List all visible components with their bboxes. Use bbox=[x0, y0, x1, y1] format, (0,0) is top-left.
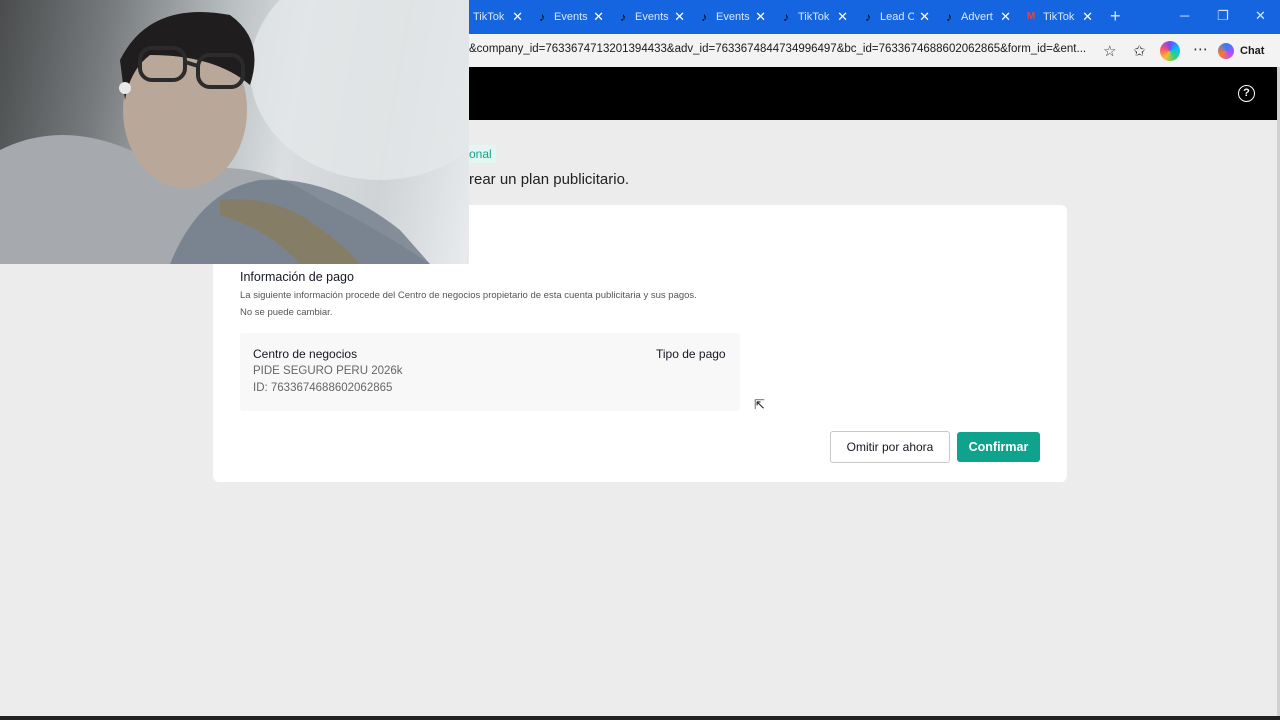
browser-tab[interactable]: ♪ Events ✕ bbox=[698, 4, 766, 30]
close-icon[interactable]: ✕ bbox=[1000, 9, 1011, 25]
star-icon[interactable]: ☆ bbox=[1103, 42, 1116, 60]
tab-label: TikTok bbox=[473, 11, 505, 23]
browser-tab[interactable]: ♪ Events ✕ bbox=[617, 4, 685, 30]
skip-button[interactable]: Omitir por ahora bbox=[830, 431, 950, 463]
gmail-icon: M bbox=[1026, 11, 1036, 22]
tiktok-icon: ♪ bbox=[783, 10, 789, 24]
payment-type-label: Tipo de pago bbox=[656, 347, 726, 361]
tab-label: Advert bbox=[961, 11, 993, 23]
mouse-cursor-icon: ⇱ bbox=[754, 397, 765, 412]
browser-tab[interactable]: ♪ Advert ✕ bbox=[943, 4, 1011, 30]
tab-label: TikTok bbox=[1043, 11, 1075, 23]
optional-tag: onal bbox=[469, 145, 496, 163]
restore-icon[interactable]: ❐ bbox=[1217, 8, 1229, 24]
help-icon[interactable]: ? bbox=[1238, 85, 1255, 102]
new-tab-button[interactable]: + bbox=[1110, 6, 1121, 27]
tiktok-icon: ♪ bbox=[946, 10, 952, 24]
chat-button[interactable]: Chat bbox=[1218, 39, 1264, 63]
browser-tab[interactable]: ♪ Events ✕ bbox=[536, 4, 604, 30]
close-icon[interactable]: ✕ bbox=[919, 9, 930, 25]
tab-label: Events bbox=[554, 11, 588, 23]
close-icon[interactable]: ✕ bbox=[755, 9, 766, 25]
payment-info-title: Información de pago bbox=[240, 270, 354, 284]
close-icon[interactable]: ✕ bbox=[1082, 9, 1093, 25]
minimize-icon[interactable]: ─ bbox=[1180, 8, 1189, 23]
webcam-person-image bbox=[0, 0, 469, 264]
url-field[interactable]: &company_id=7633674713201394433&adv_id=7… bbox=[469, 43, 1086, 55]
tab-label: TikTok bbox=[798, 11, 830, 23]
tab-label: Lead Ce bbox=[880, 11, 914, 23]
page-subtitle: rear un plan publicitario. bbox=[469, 171, 630, 188]
webcam-overlay bbox=[0, 0, 469, 264]
favorites-icon[interactable]: ✩ bbox=[1133, 42, 1146, 60]
payment-info-description: La siguiente información procede del Cen… bbox=[240, 288, 697, 321]
close-icon[interactable]: ✕ bbox=[593, 9, 604, 25]
close-icon[interactable]: ✕ bbox=[512, 9, 523, 25]
tiktok-icon: ♪ bbox=[539, 10, 545, 24]
description-line: No se puede cambiar. bbox=[240, 306, 333, 318]
browser-tab[interactable]: ♪ TikTok ✕ bbox=[780, 4, 848, 30]
chat-label: Chat bbox=[1240, 45, 1265, 57]
more-menu-icon[interactable]: ⋯ bbox=[1193, 40, 1208, 58]
business-center-name: PIDE SEGURO PERU 2026k bbox=[253, 365, 403, 377]
close-icon[interactable]: ✕ bbox=[674, 9, 685, 25]
browser-tab[interactable]: ♪ Lead Ce ✕ bbox=[862, 4, 930, 30]
confirm-button[interactable]: Confirmar bbox=[957, 432, 1040, 462]
description-line: La siguiente información procede del Cen… bbox=[240, 290, 697, 301]
tiktok-icon: ♪ bbox=[620, 10, 626, 24]
close-icon[interactable]: ✕ bbox=[837, 9, 848, 25]
copilot-icon[interactable] bbox=[1160, 41, 1180, 61]
tiktok-icon: ♪ bbox=[865, 10, 871, 24]
close-window-icon[interactable]: ✕ bbox=[1255, 8, 1266, 24]
tab-label: Events bbox=[635, 11, 669, 23]
taskbar-edge bbox=[0, 716, 1280, 720]
business-center-id: ID: 7633674688602062865 bbox=[253, 382, 393, 394]
chat-icon bbox=[1218, 43, 1234, 59]
tiktok-icon: ♪ bbox=[701, 10, 707, 24]
browser-tab[interactable]: M TikTok ✕ bbox=[1025, 4, 1093, 30]
tab-label: Events bbox=[716, 11, 750, 23]
business-center-label: Centro de negocios bbox=[253, 347, 358, 361]
browser-tab[interactable]: TikTok ✕ bbox=[473, 4, 523, 30]
